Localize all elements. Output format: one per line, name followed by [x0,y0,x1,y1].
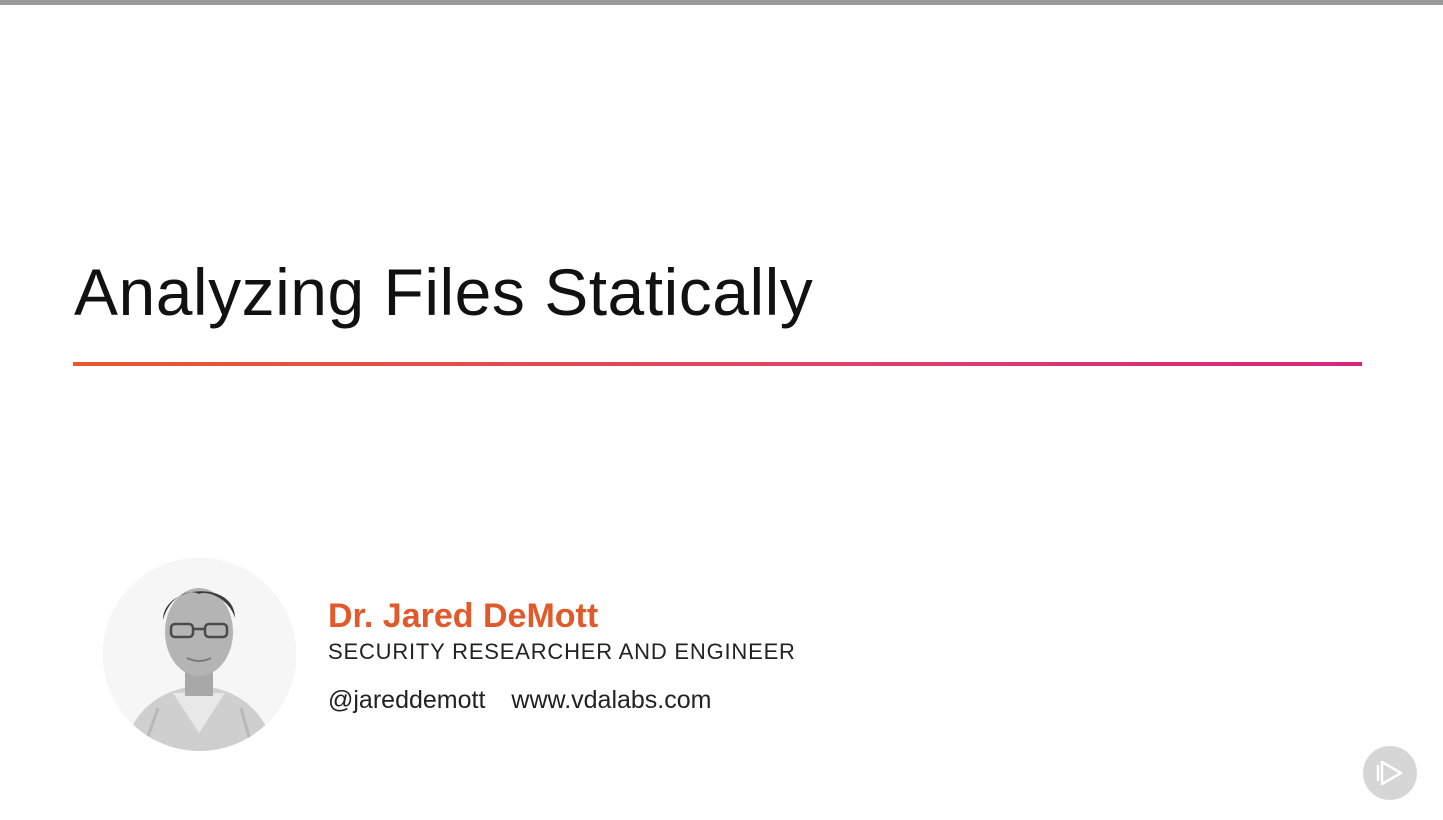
slide-title: Analyzing Files Statically [74,255,814,329]
author-handle: @jareddemott [328,686,486,714]
top-border [0,0,1443,5]
player-logo-button[interactable] [1363,746,1417,800]
title-divider [73,362,1362,366]
author-portrait-icon [103,558,296,751]
author-avatar [103,558,296,751]
author-title: SECURITY RESEARCHER AND ENGINEER [328,639,796,664]
author-name: Dr. Jared DeMott [328,597,599,635]
author-website: www.vdalabs.com [511,686,712,714]
author-contact: @jareddemott www.vdalabs.com [328,684,711,716]
play-logo-icon [1376,760,1403,786]
